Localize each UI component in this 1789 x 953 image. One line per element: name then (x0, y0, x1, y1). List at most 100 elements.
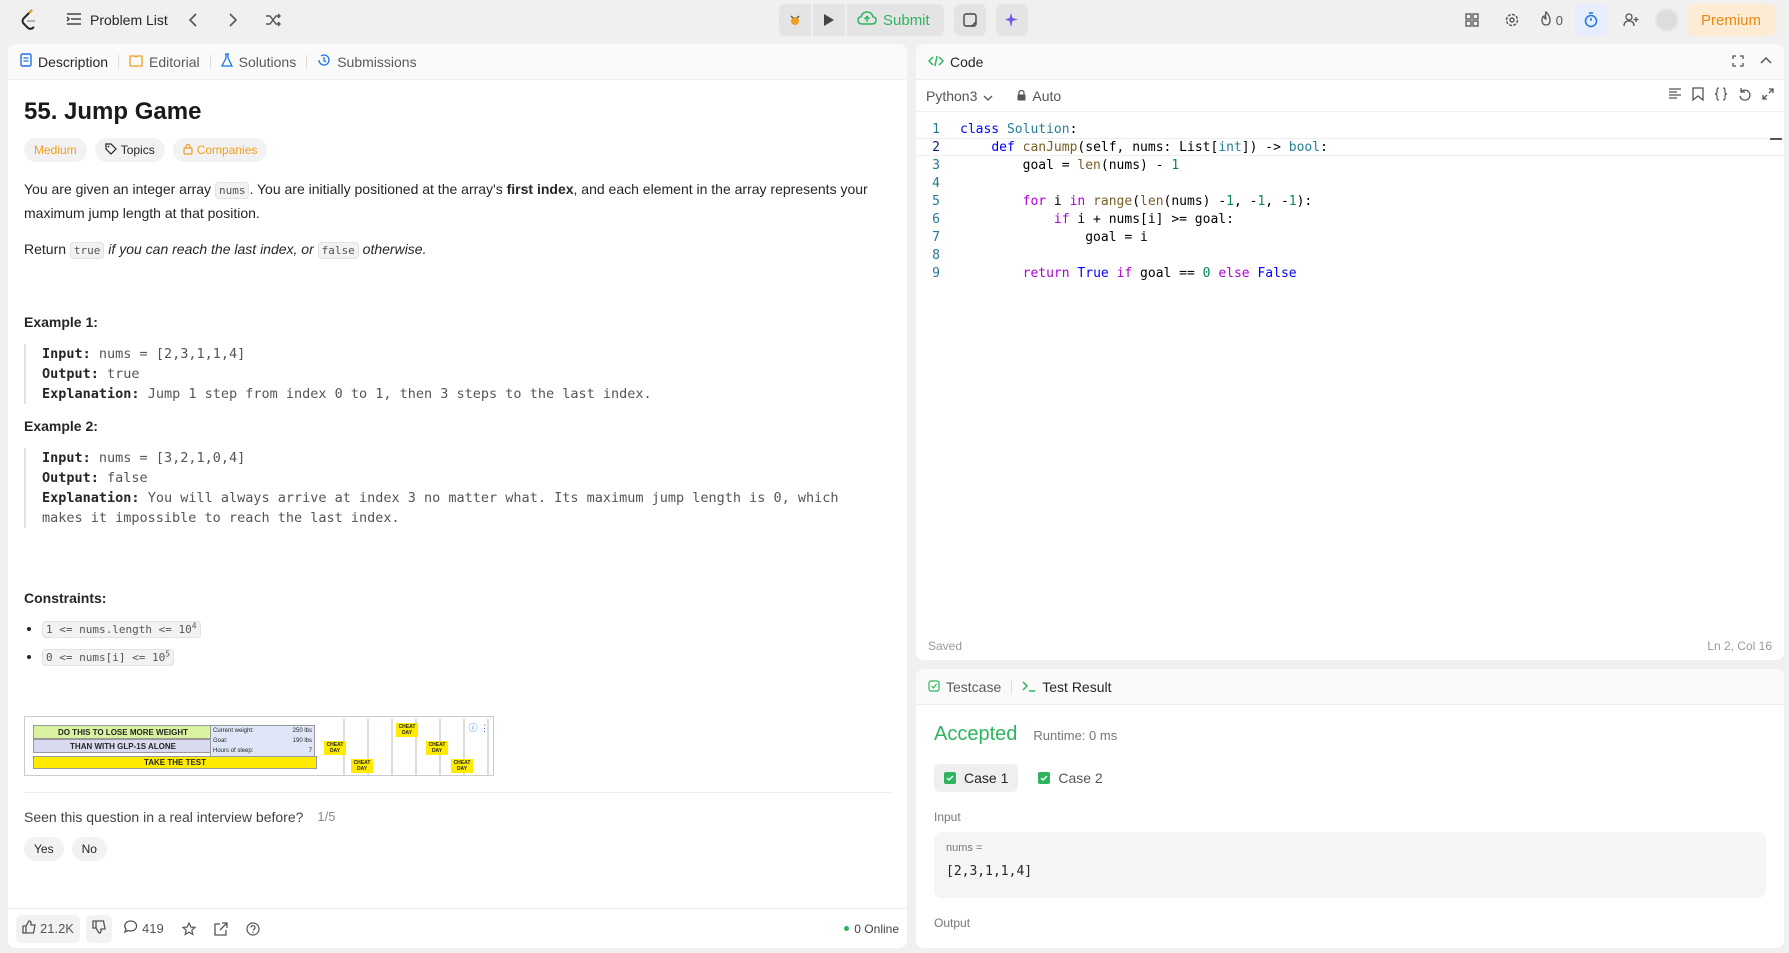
description-body: 55. Jump Game Medium Topics Companies Yo… (8, 80, 907, 948)
check-icon (944, 772, 956, 784)
tab-code[interactable]: Code (927, 53, 993, 70)
companies-tag[interactable]: Companies (172, 138, 268, 162)
fullscreen-icon[interactable] (1762, 87, 1774, 104)
leetcode-logo-icon[interactable] (18, 7, 40, 33)
ad-stats: Current weight: 250 lbs Goal: 190 lbs Hour… (210, 725, 315, 757)
tab-description[interactable]: Description (20, 53, 118, 70)
streak-counter[interactable]: 0 (1536, 10, 1567, 29)
topics-tag[interactable]: Topics (94, 138, 165, 162)
problem-list-button[interactable]: Problem List (66, 12, 168, 29)
description-footer: 21.2K 419 0 Online (8, 908, 907, 948)
timer-icon[interactable] (1574, 4, 1607, 36)
no-button[interactable]: No (71, 837, 107, 861)
thumbs-up-icon (22, 920, 36, 937)
check-icon (1038, 772, 1051, 784)
problem-statement: You are given an integer array nums. You… (24, 181, 868, 221)
gear-icon[interactable] (1496, 4, 1528, 36)
comments-button[interactable]: 419 (118, 915, 170, 943)
history-icon (317, 53, 331, 70)
code-panel: Code Python3 Auto 1 class Solution: 2 def… (916, 44, 1784, 660)
constraints-title: Constraints: (24, 590, 107, 606)
like-button[interactable]: 21.2K (16, 914, 80, 943)
result-tabs: Testcase Test Result (916, 669, 1784, 705)
language-select[interactable]: Python3 (926, 88, 993, 104)
tab-test-result-label: Test Result (1042, 678, 1112, 695)
lock-icon (1017, 88, 1026, 104)
layout-icon[interactable] (1456, 4, 1488, 36)
ad-cta[interactable]: TAKE THE TEST (33, 756, 317, 769)
add-friend-icon[interactable] (1615, 4, 1647, 36)
online-indicator: 0 Online (844, 922, 899, 936)
run-button[interactable] (813, 4, 845, 36)
auto-mode[interactable]: Auto (1017, 88, 1061, 104)
comment-icon (123, 920, 138, 937)
input-box: nums = [2,3,1,1,4] (934, 832, 1766, 898)
collapse-icon[interactable] (1760, 54, 1772, 70)
tab-editorial[interactable]: Editorial (129, 54, 210, 70)
case-2-tab[interactable]: Case 2 (1028, 764, 1112, 792)
tab-submissions-label: Submissions (337, 53, 417, 70)
case-2-label: Case 2 (1058, 770, 1103, 786)
code-line: 6 if i + nums[i] >= goal: (932, 211, 1234, 227)
runtime-text: Runtime: 0 ms (1033, 728, 1118, 743)
code-line: 3 goal = len(nums) - 1 (932, 157, 1180, 173)
code-line: 9 return True if goal == 0 else False (932, 265, 1297, 281)
param-value: [2,3,1,1,4] (946, 864, 1033, 879)
maximize-icon[interactable] (1732, 54, 1744, 70)
reset-icon[interactable] (1738, 87, 1752, 104)
tab-solutions[interactable]: Solutions (220, 53, 307, 70)
debug-button[interactable] (779, 4, 811, 36)
checkbox-icon (928, 679, 940, 695)
notes-button[interactable] (953, 4, 986, 36)
braces-icon[interactable] (1714, 87, 1728, 104)
constraints-list: 1 <= nums.length <= 104 0 <= nums[i] <= … (24, 620, 891, 666)
prev-problem-button[interactable] (178, 6, 208, 34)
dislike-button[interactable] (85, 914, 112, 943)
help-icon[interactable] (240, 915, 266, 943)
page-title[interactable]: 55. Jump Game (24, 98, 891, 126)
yes-button[interactable]: Yes (24, 837, 64, 861)
test-result-panel: Testcase Test Result Accepted Runtime: 0… (916, 669, 1784, 948)
constraint-item: 1 <= nums.length <= 104 (42, 620, 891, 638)
share-icon[interactable] (208, 915, 234, 943)
star-icon[interactable] (176, 915, 202, 943)
result-body: Accepted Runtime: 0 ms Case 1 Case 2 Inp… (916, 723, 1784, 930)
tab-solutions-label: Solutions (238, 53, 297, 70)
example-2-block: Input: nums = [3,2,1,0,4] Output: false … (24, 448, 891, 528)
case-1-tab[interactable]: Case 1 (934, 764, 1019, 792)
format-icon[interactable] (1668, 87, 1682, 104)
case-tabs: Case 1 Case 2 (934, 764, 1766, 792)
saved-status: Saved (928, 639, 963, 653)
advertisement-banner[interactable]: DO THIS TO LOSE MORE WEIGHT THAN WITH GL… (24, 716, 494, 776)
bookmark-icon[interactable] (1692, 87, 1704, 104)
thumbs-down-icon (92, 920, 106, 937)
code-editor[interactable]: 1 class Solution: 2 def canJump(self, num… (916, 112, 1784, 282)
tag-row: Medium Topics Companies (24, 138, 891, 162)
ad-headline-2: THAN WITH GLP-1S ALONE (33, 739, 213, 753)
code-line: 4 (932, 175, 940, 191)
streak-count: 0 (1555, 12, 1563, 28)
shuffle-icon[interactable] (258, 6, 288, 34)
tab-test-result[interactable]: Test Result (1022, 679, 1121, 695)
flask-icon (220, 53, 233, 70)
info-icon[interactable]: ⓘ ⋮ (468, 721, 489, 734)
tab-description-label: Description (38, 53, 109, 70)
code-tab-label: Code (950, 53, 984, 70)
premium-button[interactable]: Premium (1686, 4, 1775, 36)
return-statement: Return true if you can reach the last in… (24, 241, 427, 259)
submit-button[interactable]: Submit (847, 4, 944, 36)
submit-label: Submit (883, 11, 930, 29)
tab-editorial-label: Editorial (149, 53, 200, 70)
avatar[interactable] (1654, 8, 1679, 32)
code-line: 8 (932, 247, 940, 263)
code-header: Code (916, 44, 1784, 80)
companies-label: Companies (196, 143, 258, 157)
ad-calendar: CHEAT DAY CHEAT DAY CHEAT DAY CHEAT DAY … (321, 719, 493, 775)
interview-count: 1/5 (317, 809, 336, 824)
tab-testcase[interactable]: Testcase (928, 679, 1011, 695)
ai-sparkle-button[interactable] (995, 4, 1028, 36)
constraint-item: 0 <= nums[i] <= 105 (42, 648, 891, 666)
comment-count: 419 (141, 921, 164, 936)
tab-submissions[interactable]: Submissions (317, 53, 426, 70)
next-problem-button[interactable] (218, 6, 248, 34)
